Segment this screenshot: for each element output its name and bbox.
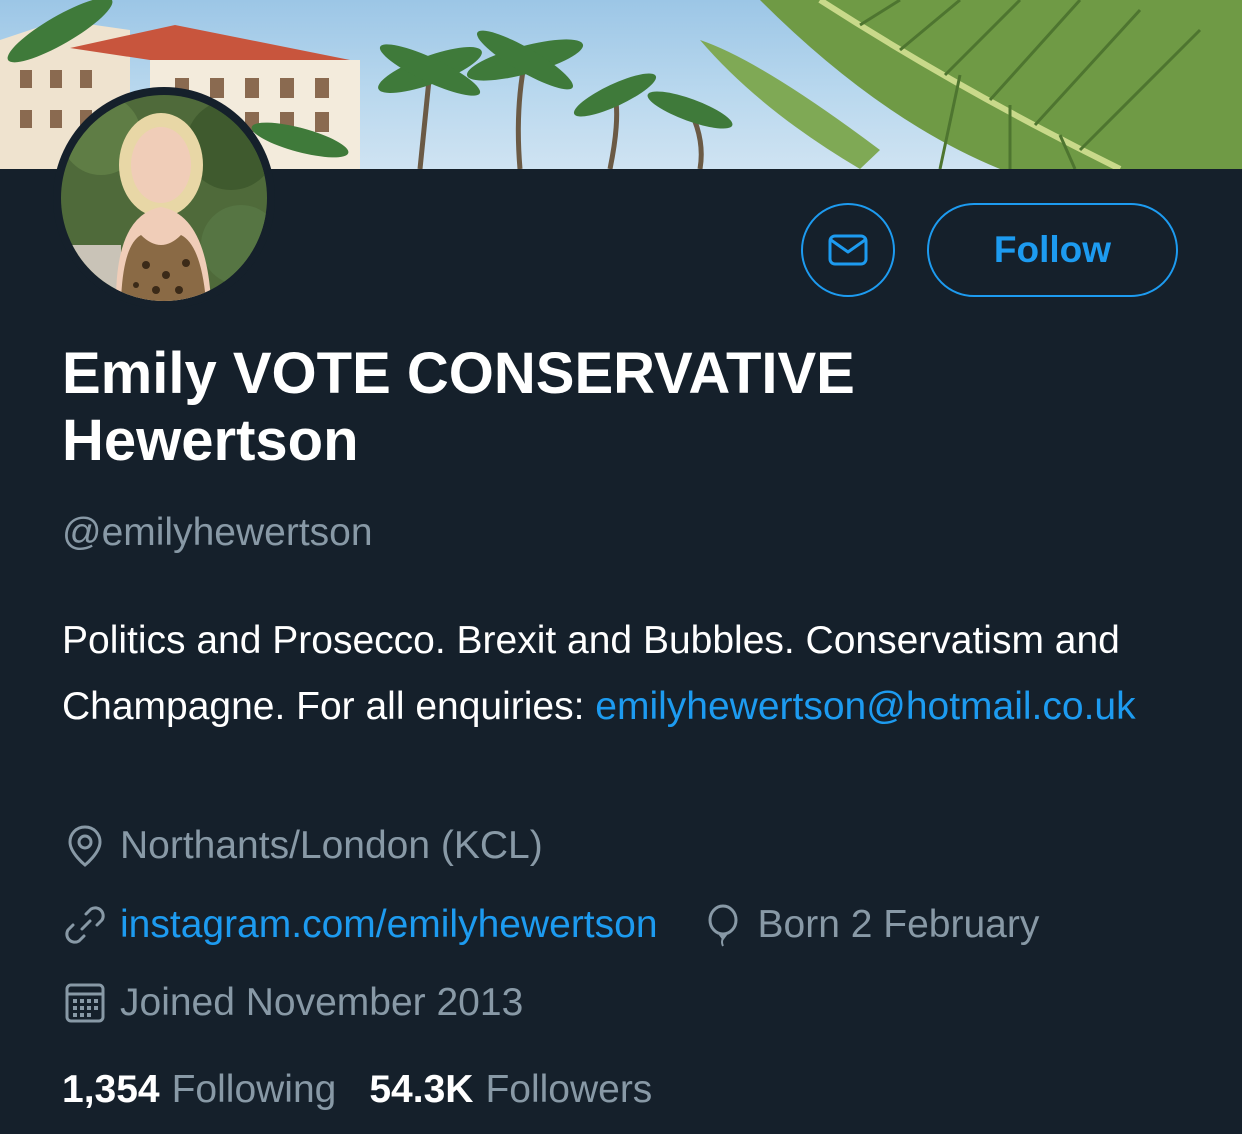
website-link[interactable]: instagram.com/emilyhewertson	[120, 903, 658, 947]
website-birthday-row: instagram.com/emilyhewertson Born 2 Febr…	[62, 902, 1039, 948]
followers-label: Followers	[485, 1068, 653, 1111]
location-pin-icon	[62, 823, 108, 869]
follow-button-label: Follow	[993, 229, 1112, 270]
location-row: Northants/London (KCL)	[62, 823, 543, 869]
following-stat[interactable]: 1,354 Following	[62, 1068, 336, 1112]
followers-count: 54.3K	[369, 1068, 474, 1111]
following-count: 1,354	[62, 1068, 160, 1111]
avatar[interactable]	[53, 87, 275, 309]
joined-text: Joined November 2013	[120, 981, 524, 1024]
envelope-icon	[828, 234, 868, 266]
link-icon	[62, 902, 108, 948]
profile-bio: Politics and Prosecco. Brexit and Bubble…	[62, 608, 1212, 740]
birthday-text: Born 2 February	[757, 903, 1040, 946]
followers-stat[interactable]: 54.3K Followers	[369, 1068, 652, 1112]
display-name: Emily VOTE CONSERVATIVE Hewertson	[62, 341, 855, 473]
username-handle: @emilyhewertson	[62, 511, 373, 554]
message-button[interactable]	[801, 203, 895, 297]
calendar-icon	[62, 980, 108, 1026]
follow-button[interactable]: Follow	[927, 203, 1178, 297]
following-label: Following	[171, 1068, 337, 1111]
avatar-image	[61, 95, 267, 301]
location-text: Northants/London (KCL)	[120, 824, 543, 867]
joined-row: Joined November 2013	[62, 980, 523, 1026]
follow-stats: 1,354 Following 54.3K Followers	[62, 1068, 652, 1112]
bio-email-link[interactable]: emilyhewertson@hotmail.co.uk	[595, 685, 1135, 728]
balloon-icon	[700, 902, 746, 948]
